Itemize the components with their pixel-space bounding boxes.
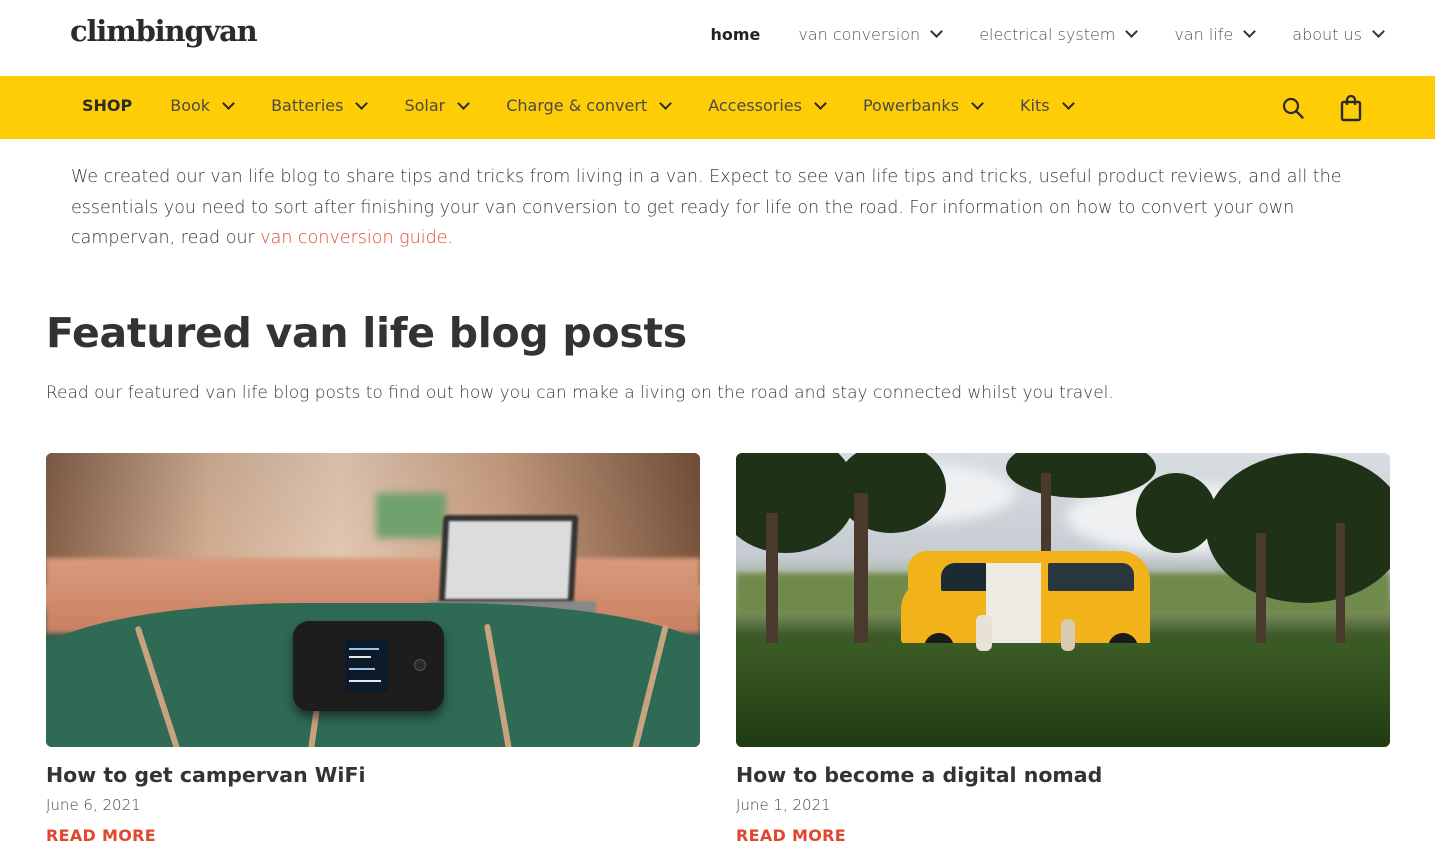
nav-item-label: van life xyxy=(1174,24,1234,44)
shop-nav-label: Powerbanks xyxy=(862,96,960,115)
search-icon[interactable] xyxy=(1279,94,1307,122)
chevron-down-icon xyxy=(1061,96,1075,110)
shop-nav-label: Charge & convert xyxy=(506,96,648,115)
blog-post-card: How to get campervan WiFi June 6, 2021 R… xyxy=(46,453,700,845)
shop-nav-item-kits[interactable]: Kits xyxy=(1020,96,1075,115)
shop-nav-label: Kits xyxy=(1020,96,1050,115)
chevron-down-icon xyxy=(930,25,944,38)
shop-nav-item-book[interactable]: Book xyxy=(170,96,235,115)
main-nav: home van conversion electrical system va… xyxy=(672,22,1385,46)
post-image-campervan-wifi[interactable] xyxy=(46,453,700,747)
post-title[interactable]: How to get campervan WiFi xyxy=(46,763,700,787)
nav-item-home[interactable]: home xyxy=(710,25,760,44)
chevron-down-icon xyxy=(971,96,984,110)
post-title[interactable]: How to become a digital nomad xyxy=(736,763,1390,787)
shop-bar: SHOP Book Batteries Solar Charge & conve… xyxy=(0,76,1435,139)
nav-item-van-conversion[interactable]: van conversion xyxy=(798,24,944,44)
nav-item-van-life[interactable]: van life xyxy=(1174,24,1257,44)
chevron-down-icon xyxy=(814,96,827,110)
shop-nav-item-charge-convert[interactable]: Charge & convert xyxy=(506,96,673,115)
blog-post-card: How to become a digital nomad June 1, 20… xyxy=(736,453,1390,845)
site-header: climbingvan home van conversion electric… xyxy=(0,0,1435,76)
intro-text-end: . xyxy=(447,228,454,248)
nav-item-label: home xyxy=(710,24,761,44)
shop-nav-item-solar[interactable]: Solar xyxy=(404,96,471,115)
featured-description: Read our featured van life blog posts to… xyxy=(46,383,1114,403)
post-date: June 1, 2021 xyxy=(736,796,831,814)
shop-nav-label: Accessories xyxy=(708,96,802,115)
shop-nav-item-batteries[interactable]: Batteries xyxy=(271,96,369,115)
post-date: June 6, 2021 xyxy=(46,796,141,814)
shop-nav-label: SHOP xyxy=(82,96,133,115)
chevron-down-icon xyxy=(1243,25,1257,38)
shop-nav-label: Batteries xyxy=(271,96,344,115)
nav-item-label: van conversion xyxy=(798,24,921,44)
nav-item-label: electrical system xyxy=(979,24,1116,44)
site-logo[interactable]: climbingvan xyxy=(70,14,258,48)
chevron-down-icon xyxy=(1125,25,1139,38)
chevron-down-icon xyxy=(222,96,235,110)
chevron-down-icon xyxy=(1372,25,1385,38)
shop-icons xyxy=(1279,94,1365,122)
shopping-bag-icon[interactable] xyxy=(1337,94,1365,122)
read-more-link[interactable]: READ MORE xyxy=(736,826,846,845)
shop-nav: SHOP Book Batteries Solar Charge & conve… xyxy=(82,96,1111,115)
nav-item-about-us[interactable]: about us xyxy=(1292,24,1385,44)
van-conversion-guide-link[interactable]: van conversion guide xyxy=(260,228,447,248)
nav-item-label: about us xyxy=(1292,24,1362,44)
chevron-down-icon xyxy=(457,96,471,110)
nav-item-electrical-system[interactable]: electrical system xyxy=(979,24,1139,44)
chevron-down-icon xyxy=(659,96,673,110)
shop-nav-label: Book xyxy=(170,96,211,115)
shop-nav-item-powerbanks[interactable]: Powerbanks xyxy=(862,96,984,115)
chevron-down-icon xyxy=(355,96,369,110)
shop-nav-item-accessories[interactable]: Accessories xyxy=(708,96,827,115)
shop-nav-item-shop[interactable]: SHOP xyxy=(82,96,132,115)
shop-nav-label: Solar xyxy=(404,96,446,115)
intro-paragraph: We created our van life blog to share ti… xyxy=(71,162,1371,254)
read-more-link[interactable]: READ MORE xyxy=(46,826,156,845)
featured-title: Featured van life blog posts xyxy=(46,309,687,357)
post-image-digital-nomad[interactable] xyxy=(736,453,1390,747)
